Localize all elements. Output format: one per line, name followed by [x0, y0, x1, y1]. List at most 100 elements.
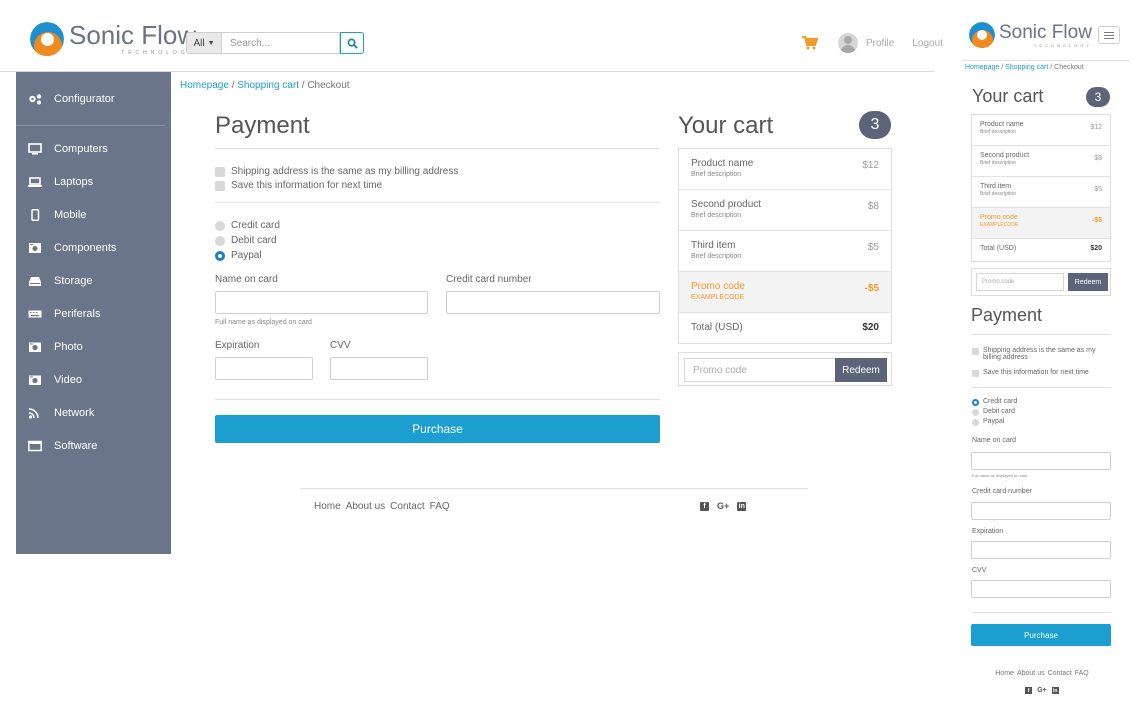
name-on-card-hint: Full name as displayed on card: [972, 473, 1028, 478]
card-number-input[interactable]: [971, 502, 1111, 520]
logout-link[interactable]: Logout: [912, 38, 943, 49]
radio-credit-card[interactable]: Credit card: [972, 398, 1110, 406]
card-number-input[interactable]: [446, 291, 660, 314]
sidebar-item-components[interactable]: Components: [16, 231, 171, 264]
expiration-input[interactable]: [215, 357, 313, 380]
search-scope-dropdown[interactable]: All ▼: [186, 32, 222, 54]
avatar[interactable]: [838, 33, 858, 53]
footer-link-faq[interactable]: FAQ: [1075, 670, 1089, 677]
save-info-checkbox-row[interactable]: Save this information for next time: [215, 180, 382, 191]
radio-button[interactable]: [215, 235, 225, 246]
sidebar-item-software[interactable]: Software: [16, 429, 171, 462]
radio-button[interactable]: [972, 409, 979, 416]
radio-label: Credit card: [983, 398, 1018, 405]
breadcrumb-current: Checkout: [307, 80, 350, 91]
same-address-checkbox-row[interactable]: Shipping address is the same as my billi…: [972, 347, 1110, 361]
save-info-label: Save this information for next time: [983, 369, 1089, 376]
purchase-button[interactable]: Purchase: [215, 415, 660, 443]
breadcrumb-shopping-cart[interactable]: Shopping cart: [237, 80, 299, 91]
hamburger-menu-icon[interactable]: [1098, 26, 1120, 44]
promo-name: Promo code: [691, 281, 745, 292]
save-info-checkbox-row[interactable]: Save this information for next time: [972, 369, 1110, 377]
radio-button-selected[interactable]: [215, 250, 225, 261]
name-on-card-input[interactable]: [215, 291, 428, 314]
search-button[interactable]: [340, 32, 364, 54]
name-on-card-label: Name on card: [972, 437, 1016, 444]
radio-paypal[interactable]: Paypal: [215, 250, 262, 261]
logo[interactable]: Sonic Flow TECHNOLOGY: [969, 22, 1092, 48]
sidebar-item-computers[interactable]: Computers: [16, 132, 171, 165]
sidebar-item-periferals[interactable]: Periferals: [16, 297, 171, 330]
cart-item-name: Second product: [691, 199, 762, 210]
expiration-input[interactable]: [971, 541, 1111, 559]
sidebar-item-video[interactable]: Video: [16, 363, 171, 396]
sidebar-item-label: Video: [54, 373, 82, 386]
same-address-checkbox-row[interactable]: Shipping address is the same as my billi…: [215, 166, 458, 177]
total-value: $20: [862, 322, 879, 333]
facebook-icon[interactable]: f: [1025, 687, 1033, 694]
footer-link-contact[interactable]: Contact: [390, 501, 424, 512]
promo-code-input[interactable]: Promo code: [684, 358, 836, 382]
promo-code: EXAMPLECODE: [980, 222, 1019, 228]
cvv-input[interactable]: [971, 580, 1111, 598]
gears-icon: [28, 93, 42, 105]
cvv-label: CVV: [972, 567, 987, 574]
radio-button-selected[interactable]: [972, 399, 979, 406]
footer-link-about[interactable]: About us: [1017, 670, 1045, 677]
footer-link-about[interactable]: About us: [346, 501, 385, 512]
footer-link-home[interactable]: Home: [995, 670, 1014, 677]
name-on-card-input[interactable]: [971, 452, 1111, 470]
cvv-input[interactable]: [330, 357, 428, 380]
logo[interactable]: Sonic Flow TECHNOLOGY: [30, 22, 196, 56]
sidebar-item-photo[interactable]: Photo: [16, 330, 171, 363]
sidebar-item-mobile[interactable]: Mobile: [16, 198, 171, 231]
components-icon: [28, 242, 42, 254]
linkedin-icon[interactable]: in: [1051, 687, 1059, 694]
sidebar-item-laptops[interactable]: Laptops: [16, 165, 171, 198]
monitor-icon: [28, 142, 42, 155]
cart-title: Your cart: [972, 86, 1044, 106]
save-info-checkbox[interactable]: [215, 180, 225, 191]
cart-item-description: Brief description: [691, 253, 742, 260]
breadcrumb-homepage[interactable]: Homepage: [180, 80, 229, 91]
linkedin-icon[interactable]: in: [737, 501, 747, 511]
facebook-icon[interactable]: f: [700, 501, 709, 511]
breadcrumb-separator: /: [301, 80, 305, 91]
breadcrumb-shopping-cart[interactable]: Shopping cart: [1005, 64, 1048, 71]
radio-button[interactable]: [972, 419, 979, 426]
sidebar-item-storage[interactable]: Storage: [16, 264, 171, 297]
shopping-cart-icon[interactable]: [802, 36, 818, 50]
radio-credit-card[interactable]: Credit card: [215, 220, 280, 231]
profile-link[interactable]: Profile: [866, 38, 894, 49]
purchase-button[interactable]: Purchase: [971, 624, 1111, 646]
footer-link-home[interactable]: Home: [314, 501, 341, 512]
radio-paypal[interactable]: Paypal: [972, 418, 1110, 426]
footer-link-faq[interactable]: FAQ: [430, 501, 450, 512]
sidebar-item-network[interactable]: Network: [16, 396, 171, 429]
google-plus-icon[interactable]: G+: [717, 501, 729, 511]
redeem-button[interactable]: Redeem: [835, 358, 887, 382]
breadcrumb-homepage[interactable]: Homepage: [965, 64, 999, 71]
same-address-label: Shipping address is the same as my billi…: [983, 347, 1096, 361]
user-area: Profile Logout: [802, 33, 943, 53]
redeem-button[interactable]: Redeem: [1068, 273, 1108, 291]
promo-code: EXAMPLECODE: [691, 294, 745, 301]
cart-item-name: Third item: [980, 183, 1012, 190]
same-address-checkbox[interactable]: [972, 348, 979, 355]
footer-link-contact[interactable]: Contact: [1048, 670, 1072, 677]
search-input[interactable]: Search...: [222, 32, 340, 54]
cart-item: Third item Brief description $5: [679, 231, 891, 272]
save-info-checkbox[interactable]: [972, 370, 979, 377]
cart-item-price: $8: [1094, 155, 1102, 162]
radio-debit-card[interactable]: Debit card: [215, 235, 277, 246]
radio-debit-card[interactable]: Debit card: [972, 408, 1110, 416]
breadcrumb: Homepage / Shopping cart / Checkout: [180, 80, 350, 91]
sidebar-item-configurator[interactable]: Configurator: [16, 72, 165, 126]
promo-code-input[interactable]: Promo code: [976, 273, 1064, 291]
sidebar: Configurator Computers Laptops Mobile Co…: [16, 72, 171, 554]
same-address-checkbox[interactable]: [215, 166, 225, 177]
social-links: f G+ in: [700, 501, 747, 511]
google-plus-icon[interactable]: G+: [1037, 687, 1047, 694]
radio-label: Debit card: [231, 235, 277, 246]
radio-button[interactable]: [215, 220, 225, 231]
